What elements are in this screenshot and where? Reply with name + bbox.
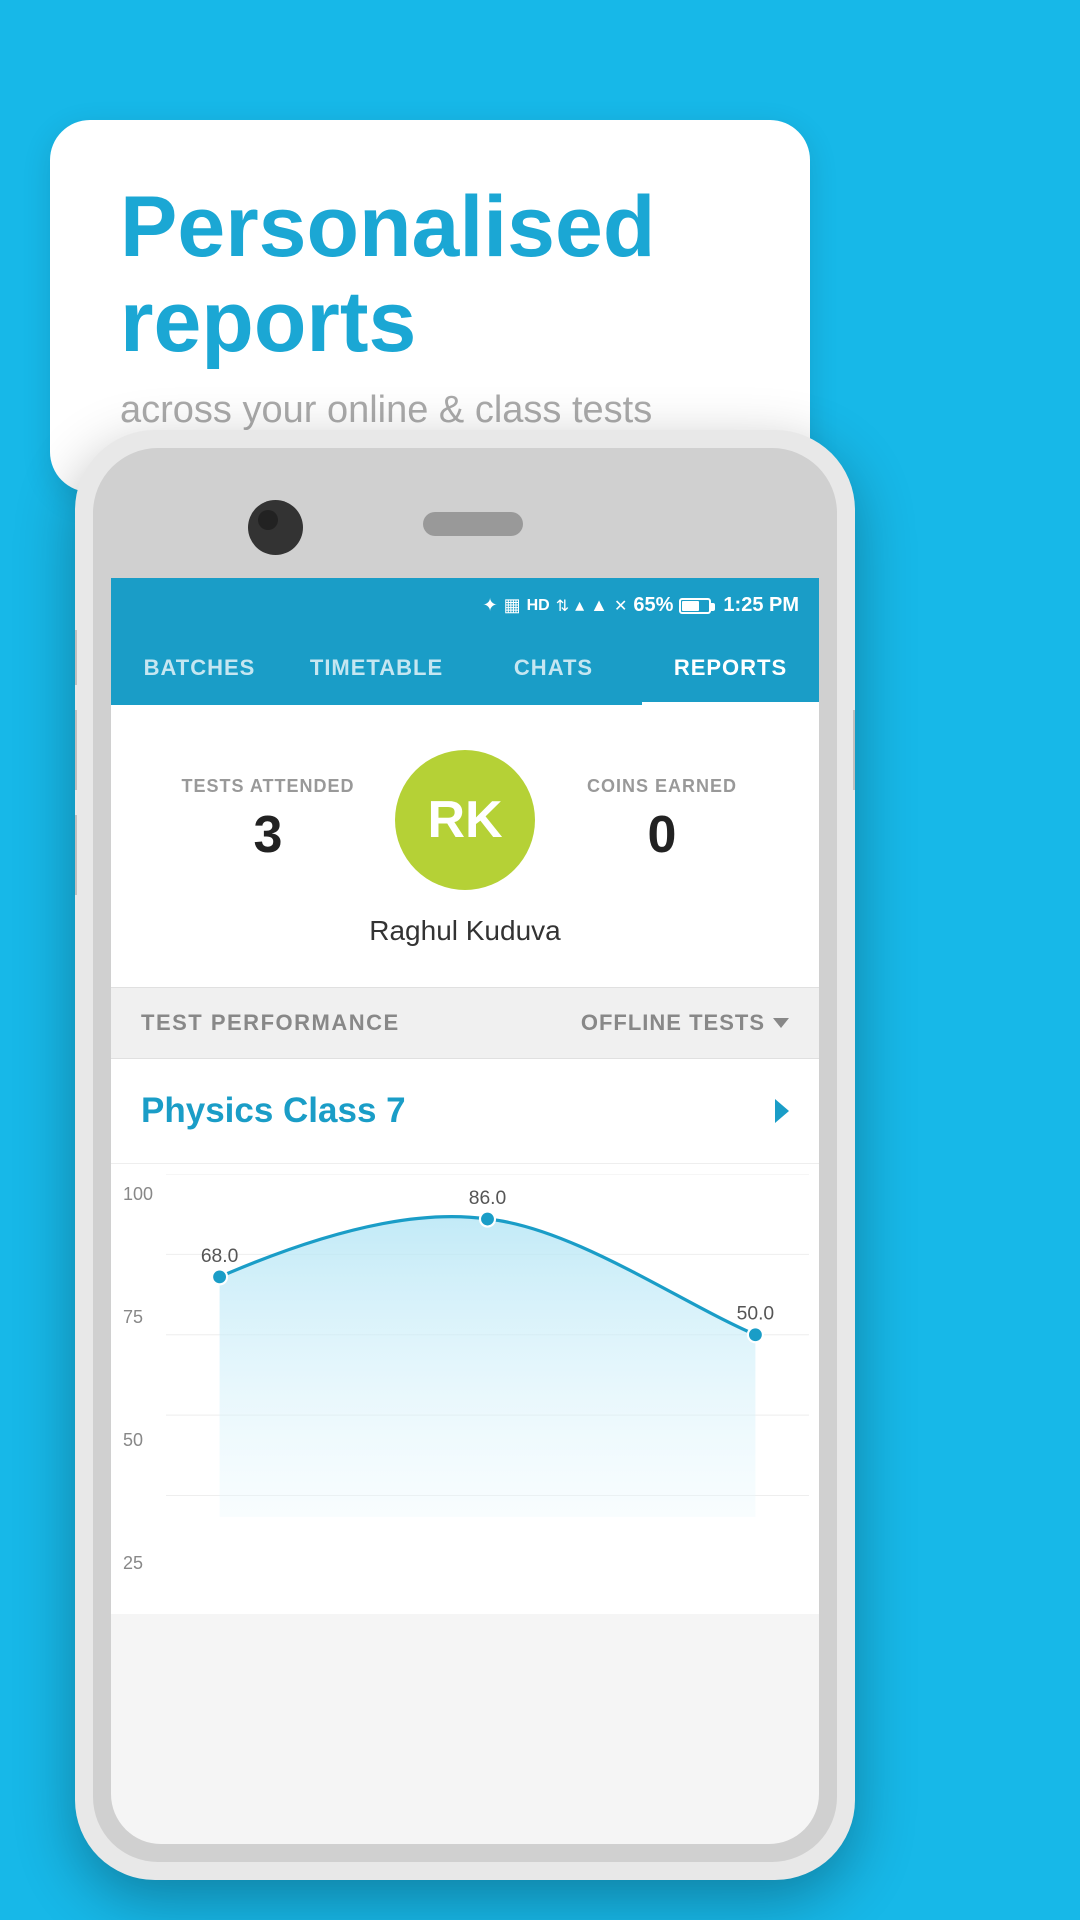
tab-batches[interactable]: BATCHES: [111, 633, 288, 705]
y-label-75: 75: [123, 1307, 153, 1328]
tests-attended-value: 3: [141, 805, 395, 865]
filter-label: OFFLINE TESTS: [581, 1010, 765, 1036]
profile-name: Raghul Kuduva: [369, 915, 560, 947]
volume-down-button: [75, 815, 77, 895]
chevron-down-icon: [773, 1018, 789, 1028]
phone-frame: ✦ ▦ HD ⇅ ▴ ▲ ✕ 65%: [75, 430, 855, 1880]
wifi-icon: ▴: [575, 595, 584, 616]
status-icons: ✦ ▦ HD ⇅ ▴ ▲ ✕ 65%: [482, 594, 799, 617]
coins-earned-label: COINS EARNED: [535, 776, 789, 797]
tests-attended-block: TESTS ATTENDED 3: [141, 776, 395, 865]
battery-percent: 65%: [633, 594, 673, 617]
line-chart: 68.0 86.0 50.0: [166, 1174, 809, 1603]
speaker-grille: [423, 512, 523, 536]
data-transfer-icon: ⇅: [556, 596, 569, 616]
data-point-2: [748, 1327, 763, 1342]
profile-row: TESTS ATTENDED 3 RK COINS EARNED 0: [141, 750, 789, 890]
bluetooth-icon: ✦: [482, 595, 497, 616]
power-button: [853, 710, 855, 790]
phone-screen: ✦ ▦ HD ⇅ ▴ ▲ ✕ 65%: [111, 578, 819, 1844]
battery-icon: [679, 598, 711, 614]
nav-tabs: BATCHES TIMETABLE CHATS REPORTS: [111, 633, 819, 705]
status-bar: ✦ ▦ HD ⇅ ▴ ▲ ✕ 65%: [111, 578, 819, 633]
data-label-0: 68.0: [201, 1246, 239, 1267]
test-performance-label: TEST PERFORMANCE: [141, 1010, 400, 1036]
tab-chats[interactable]: CHATS: [465, 633, 642, 705]
coins-earned-value: 0: [535, 805, 789, 865]
profile-section: TESTS ATTENDED 3 RK COINS EARNED 0 Raghu…: [111, 705, 819, 987]
y-label-25: 25: [123, 1553, 153, 1574]
data-label-2: 50.0: [737, 1304, 775, 1325]
class-name: Physics Class 7: [141, 1091, 406, 1131]
chart-area: 100 75 50 25: [111, 1164, 819, 1614]
bubble-title: Personalised reports: [120, 180, 740, 369]
filter-dropdown[interactable]: OFFLINE TESTS: [581, 1010, 789, 1036]
avatar: RK: [395, 750, 535, 890]
data-label-1: 86.0: [469, 1188, 507, 1209]
y-label-100: 100: [123, 1184, 153, 1205]
phone-inner: ✦ ▦ HD ⇅ ▴ ▲ ✕ 65%: [93, 448, 837, 1862]
tab-reports[interactable]: REPORTS: [642, 633, 819, 705]
coins-earned-block: COINS EARNED 0: [535, 776, 789, 865]
volume-up-button: [75, 710, 77, 790]
y-label-50: 50: [123, 1430, 153, 1451]
tests-attended-label: TESTS ATTENDED: [141, 776, 395, 797]
clock: 1:25 PM: [723, 594, 799, 617]
hd-icon: HD: [527, 597, 550, 615]
y-axis-labels: 100 75 50 25: [123, 1184, 153, 1614]
chevron-right-icon: [775, 1099, 789, 1123]
front-camera: [248, 500, 303, 555]
vibrate-icon: ▦: [504, 595, 521, 616]
data-point-0: [212, 1269, 227, 1284]
class-row[interactable]: Physics Class 7: [111, 1059, 819, 1164]
no-signal-icon: ✕: [614, 596, 627, 616]
avatar-initials: RK: [427, 790, 502, 850]
data-point-1: [480, 1212, 495, 1227]
tab-timetable[interactable]: TIMETABLE: [288, 633, 465, 705]
signal-icon: ▲: [590, 595, 608, 616]
test-performance-header: TEST PERFORMANCE OFFLINE TESTS: [111, 987, 819, 1059]
mute-button: [75, 630, 77, 685]
bubble-subtitle: across your online & class tests: [120, 389, 740, 432]
